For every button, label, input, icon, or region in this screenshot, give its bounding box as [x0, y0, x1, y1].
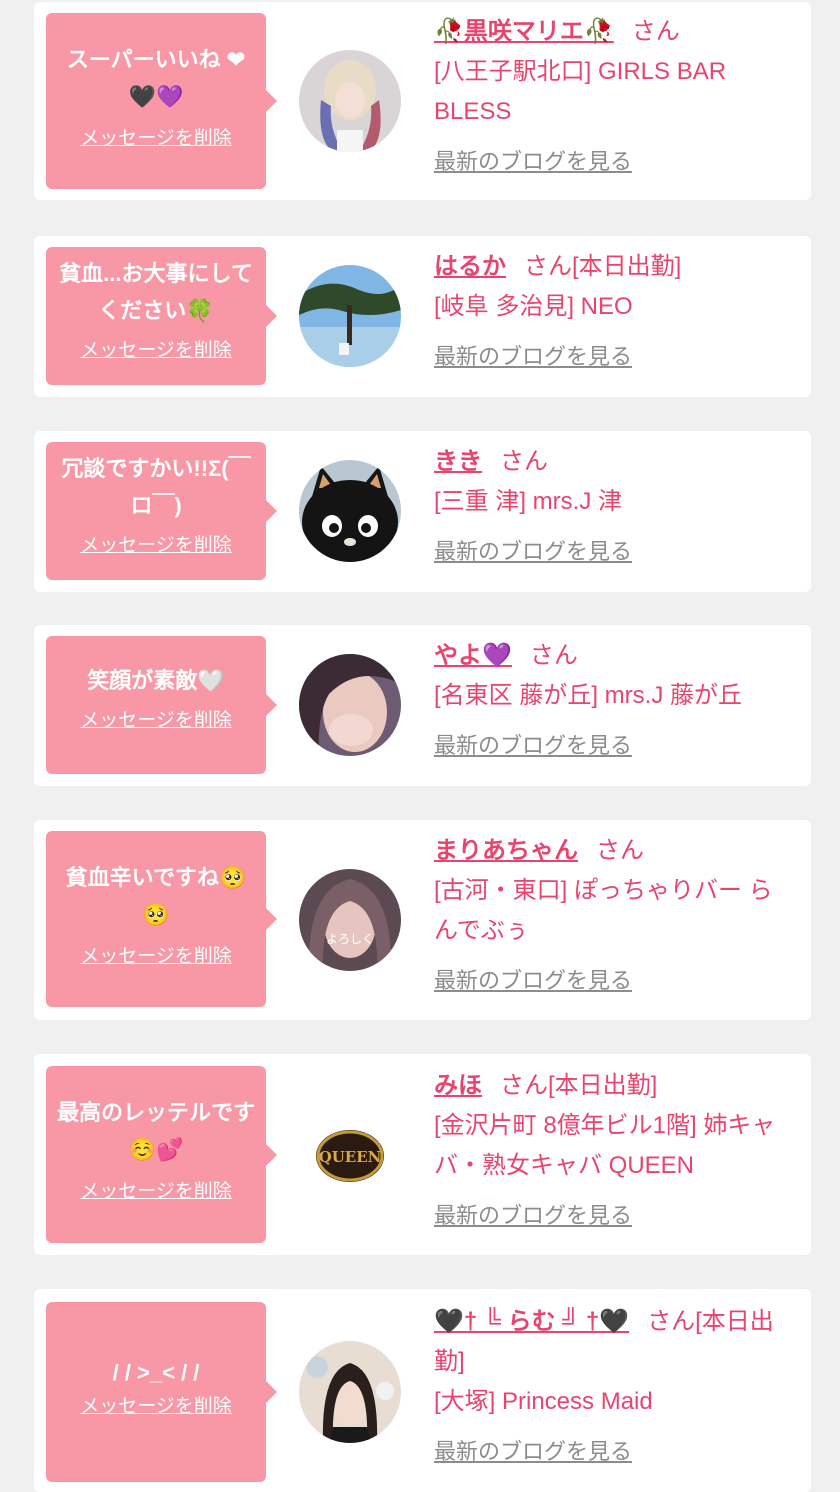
- message-card: 最高のレッテルです☺️💕 メッセージを削除 QUEEN みほ さん[本日出勤] […: [34, 1054, 811, 1255]
- message-bubble: / / >_< / / メッセージを削除: [46, 1302, 277, 1482]
- shop-name[interactable]: [岐阜 多治見] NEO: [434, 287, 796, 327]
- latest-blog-link[interactable]: 最新のブログを見る: [434, 963, 632, 995]
- avatar-woman-bunny-icon: [299, 1341, 401, 1443]
- message-card: / / >_< / / メッセージを削除 🖤† ╚ らむ ╝ †🖤 さん[本日出勤…: [34, 1289, 811, 1492]
- delete-message-link[interactable]: メッセージを削除: [80, 530, 232, 557]
- delete-message-link[interactable]: メッセージを削除: [80, 941, 232, 968]
- message-bubble: 最高のレッテルです☺️💕 メッセージを削除: [46, 1066, 277, 1243]
- message-card: 貧血...お大事にしてください🍀 メッセージを削除 はるか さん[本日出勤] [岐…: [34, 236, 811, 397]
- message-text: 貧血辛いですね🥺🥺: [65, 865, 247, 927]
- message-bubble: 笑顔が素敵🤍 メッセージを削除: [46, 636, 277, 774]
- girl-name-link[interactable]: みほ: [434, 1072, 482, 1099]
- delete-message-link[interactable]: メッセージを削除: [80, 1391, 232, 1418]
- avatar-black-cat-icon: [299, 460, 401, 562]
- delete-message-link[interactable]: メッセージを削除: [80, 335, 232, 362]
- shop-name[interactable]: [大塚] Princess Maid: [434, 1382, 796, 1422]
- avatar[interactable]: QUEEN: [299, 1104, 401, 1206]
- latest-blog-link[interactable]: 最新のブログを見る: [434, 1434, 632, 1466]
- message-card: 貧血辛いですね🥺🥺 メッセージを削除 よろしく まりあちゃん さん [古河・東口]…: [34, 820, 811, 1020]
- avatar[interactable]: [299, 1341, 401, 1443]
- message-bubble: 貧血辛いですね🥺🥺 メッセージを削除: [46, 831, 277, 1007]
- avatar-woman-hair-icon: よろしく: [299, 869, 401, 971]
- girl-info: 🖤† ╚ らむ ╝ †🖤 さん[本日出勤] [大塚] Princess Maid …: [434, 1302, 796, 1466]
- girl-name-link[interactable]: まりあちゃん: [434, 837, 578, 864]
- message-bubble: 冗談ですかい!!Σ(￣ロ￣) メッセージを削除: [46, 442, 277, 580]
- girl-name-link[interactable]: 🖤† ╚ らむ ╝ †🖤: [434, 1308, 629, 1335]
- avatar[interactable]: [299, 265, 401, 367]
- honorific: さん: [500, 448, 548, 475]
- girl-info: まりあちゃん さん [古河・東口] ぽっちゃりバー らんでぶぅ 最新のブログを見る: [434, 831, 796, 995]
- avatar[interactable]: [299, 460, 401, 562]
- message-text: / / >_< / /: [112, 1360, 200, 1385]
- latest-blog-link[interactable]: 最新のブログを見る: [434, 728, 632, 760]
- message-text: 笑顔が素敵🤍: [87, 668, 225, 693]
- honorific: さん[本日出勤]: [524, 253, 682, 280]
- latest-blog-link[interactable]: 最新のブログを見る: [434, 144, 632, 176]
- message-text: 最高のレッテルです☺️💕: [56, 1100, 255, 1162]
- girl-name-link[interactable]: 🥀黒咲マリエ🥀: [434, 18, 614, 45]
- avatar-queen-logo-icon: QUEEN: [299, 1104, 401, 1206]
- message-text: 冗談ですかい!!Σ(￣ロ￣): [61, 456, 251, 518]
- delete-message-link[interactable]: メッセージを削除: [80, 123, 232, 150]
- avatar[interactable]: [299, 50, 401, 152]
- avatar-tree-sea-icon: [299, 265, 401, 367]
- shop-name[interactable]: [名東区 藤が丘] mrs.J 藤が丘: [434, 676, 796, 716]
- latest-blog-link[interactable]: 最新のブログを見る: [434, 534, 632, 566]
- avatar[interactable]: [299, 654, 401, 756]
- avatar[interactable]: よろしく: [299, 869, 401, 971]
- girl-info: みほ さん[本日出勤] [金沢片町 8億年ビル1階] 姉キャバ・熟女キャバ QUE…: [434, 1066, 796, 1230]
- message-text: スーパーいいね ❤ 🖤💜: [66, 47, 246, 109]
- avatar-blonde-woman-icon: [299, 50, 401, 152]
- avatar-woman-face-icon: [299, 654, 401, 756]
- shop-name[interactable]: [金沢片町 8億年ビル1階] 姉キャバ・熟女キャバ QUEEN: [434, 1106, 796, 1186]
- girl-info: きき さん [三重 津] mrs.J 津 最新のブログを見る: [434, 442, 796, 566]
- girl-name-link[interactable]: はるか: [434, 253, 506, 280]
- svg-text:よろしく: よろしく: [326, 932, 374, 946]
- message-card: スーパーいいね ❤ 🖤💜 メッセージを削除 🥀黒咲マリエ🥀 さん [八王子駅北口]…: [34, 2, 811, 200]
- honorific: さん[本日出勤]: [500, 1072, 658, 1099]
- girl-info: はるか さん[本日出勤] [岐阜 多治見] NEO 最新のブログを見る: [434, 247, 796, 371]
- message-bubble: スーパーいいね ❤ 🖤💜 メッセージを削除: [46, 13, 277, 189]
- honorific: さん: [529, 642, 578, 669]
- svg-text:QUEEN: QUEEN: [319, 1148, 382, 1166]
- latest-blog-link[interactable]: 最新のブログを見る: [434, 1198, 632, 1230]
- honorific: さん: [596, 837, 644, 864]
- delete-message-link[interactable]: メッセージを削除: [80, 1176, 232, 1203]
- message-text: 貧血...お大事にしてください🍀: [59, 261, 253, 323]
- girl-name-link[interactable]: きき: [434, 448, 482, 475]
- shop-name[interactable]: [三重 津] mrs.J 津: [434, 482, 796, 522]
- honorific: さん: [631, 18, 680, 45]
- girl-info: やよ💜 さん [名東区 藤が丘] mrs.J 藤が丘 最新のブログを見る: [434, 636, 796, 760]
- latest-blog-link[interactable]: 最新のブログを見る: [434, 339, 632, 371]
- girl-info: 🥀黒咲マリエ🥀 さん [八王子駅北口] GIRLS BAR BLESS 最新のブロ…: [434, 12, 796, 176]
- message-card: 冗談ですかい!!Σ(￣ロ￣) メッセージを削除 きき さん [三重 津] mrs.…: [34, 431, 811, 592]
- message-bubble: 貧血...お大事にしてください🍀 メッセージを削除: [46, 247, 277, 385]
- shop-name[interactable]: [八王子駅北口] GIRLS BAR BLESS: [434, 52, 796, 132]
- girl-name-link[interactable]: やよ💜: [434, 642, 512, 669]
- delete-message-link[interactable]: メッセージを削除: [80, 705, 232, 732]
- message-card: 笑顔が素敵🤍 メッセージを削除 やよ💜 さん [名東区 藤が丘] mrs.J 藤が…: [34, 625, 811, 786]
- shop-name[interactable]: [古河・東口] ぽっちゃりバー らんでぶぅ: [434, 871, 796, 951]
